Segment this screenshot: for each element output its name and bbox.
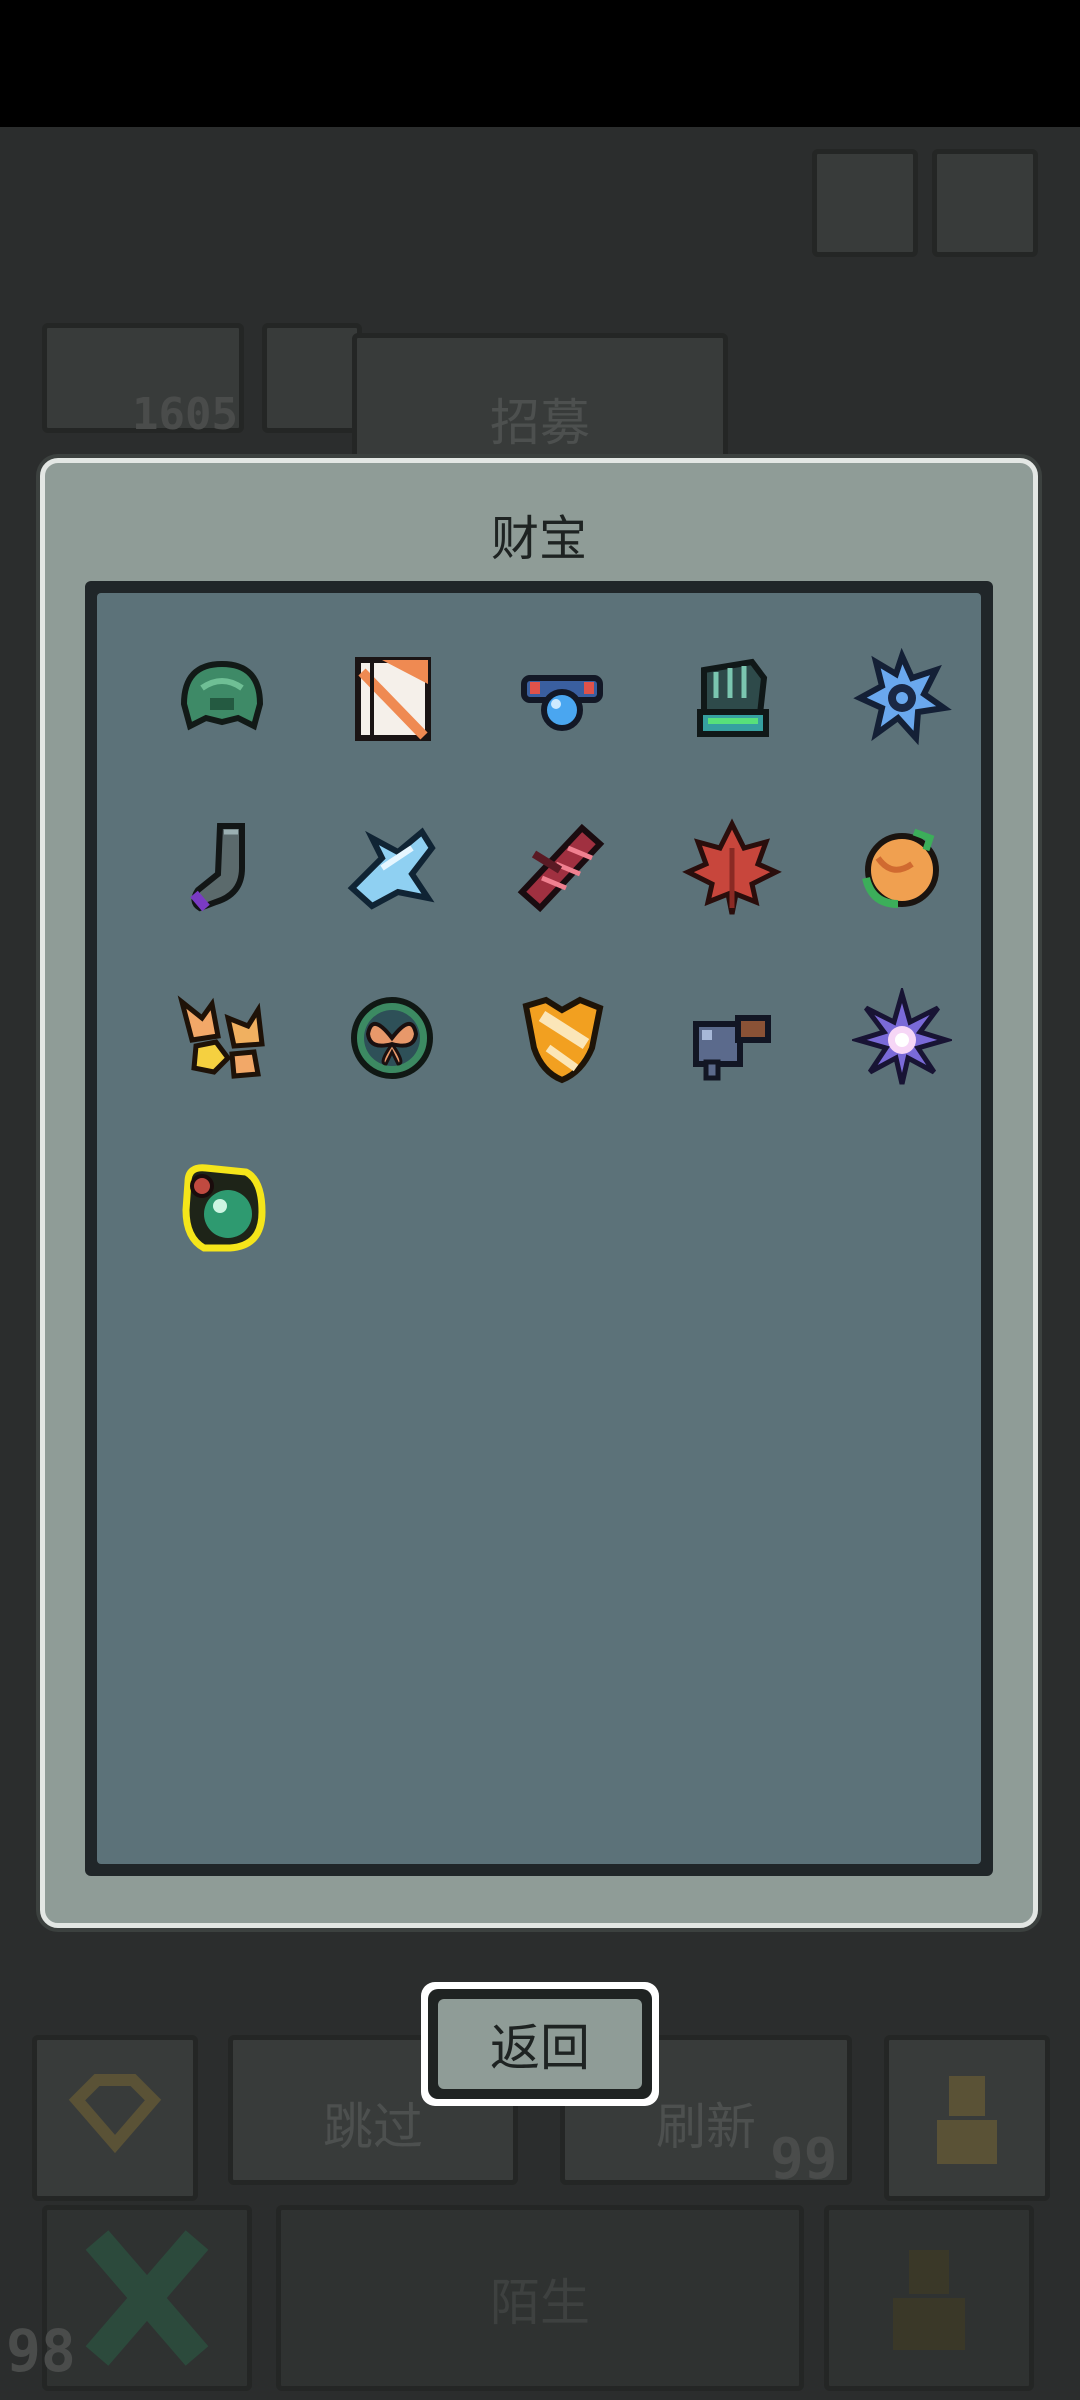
treasure-item-8[interactable] xyxy=(512,818,612,918)
treasure-item-5[interactable] xyxy=(852,648,952,748)
toy-cannon-icon xyxy=(693,1015,771,1081)
bg-bottom-left-count: 98 xyxy=(6,2317,76,2385)
treasure-item-15[interactable] xyxy=(852,988,952,1088)
orange-shield-icon xyxy=(522,996,604,1084)
pawn-icon-2 xyxy=(893,2250,965,2350)
treasure-item-10[interactable] xyxy=(852,818,952,918)
back-button-border: 返回 xyxy=(428,1989,652,2099)
treasure-item-14[interactable] xyxy=(682,988,782,1088)
treasure-item-3[interactable] xyxy=(512,648,612,748)
treasure-item-12[interactable] xyxy=(342,988,442,1088)
dialog-title: 财宝 xyxy=(490,511,587,567)
blue-orb-goggles-icon xyxy=(521,675,603,731)
butterfly-medallion-icon xyxy=(351,997,433,1079)
treasure-dialog: 财宝 xyxy=(40,458,1038,1928)
treasure-grid xyxy=(97,593,981,1864)
treasure-item-1[interactable] xyxy=(172,648,272,748)
blue-gear-flower-icon xyxy=(853,648,952,746)
back-button-label: 返回 xyxy=(438,1999,642,2089)
orange-fruit-icon xyxy=(862,828,939,908)
gem-icon xyxy=(68,2074,162,2154)
cancel-x-icon xyxy=(85,2230,209,2366)
treasure-item-11[interactable] xyxy=(172,988,272,1088)
purple-starflower-icon xyxy=(852,988,952,1085)
red-dna-helix-icon xyxy=(517,823,605,913)
red-maple-leaf-icon xyxy=(682,818,782,915)
bg-resource-box-2 xyxy=(262,323,362,433)
treasure-item-4[interactable] xyxy=(682,648,782,748)
bg-gem-button xyxy=(32,2035,198,2201)
treasure-frame xyxy=(85,581,993,1876)
status-bar xyxy=(0,0,1080,127)
treasure-item-16[interactable] xyxy=(172,1158,272,1258)
treasure-item-7[interactable] xyxy=(342,818,442,918)
bg-refresh-count: 99 xyxy=(770,2127,838,2192)
bg-settings-button xyxy=(812,149,918,257)
bg-center-label: 陌生 xyxy=(490,2274,590,2332)
striped-banner-icon xyxy=(355,657,431,741)
back-button[interactable]: 返回 xyxy=(421,1982,659,2106)
pawn-icon xyxy=(937,2076,997,2164)
treasure-item-13[interactable] xyxy=(512,988,612,1088)
ice-wing-icon xyxy=(347,827,436,910)
green-helmet-icon xyxy=(180,660,264,731)
gray-sock-icon xyxy=(190,823,245,912)
bg-resource-count: 1605 xyxy=(132,389,238,440)
teal-gauntlet-icon xyxy=(697,658,769,737)
bg-recruit-label: 招募 xyxy=(490,394,590,452)
treasure-item-2[interactable] xyxy=(342,648,442,748)
bg-right-slot xyxy=(824,2205,1034,2391)
green-potion-flask-icon xyxy=(182,1164,266,1252)
bg-unit-button xyxy=(884,2035,1050,2201)
bg-menu-button xyxy=(932,149,1038,257)
treasure-item-9[interactable] xyxy=(682,818,782,918)
fox-figures-icon xyxy=(177,995,265,1079)
treasure-item-6[interactable] xyxy=(172,818,272,918)
